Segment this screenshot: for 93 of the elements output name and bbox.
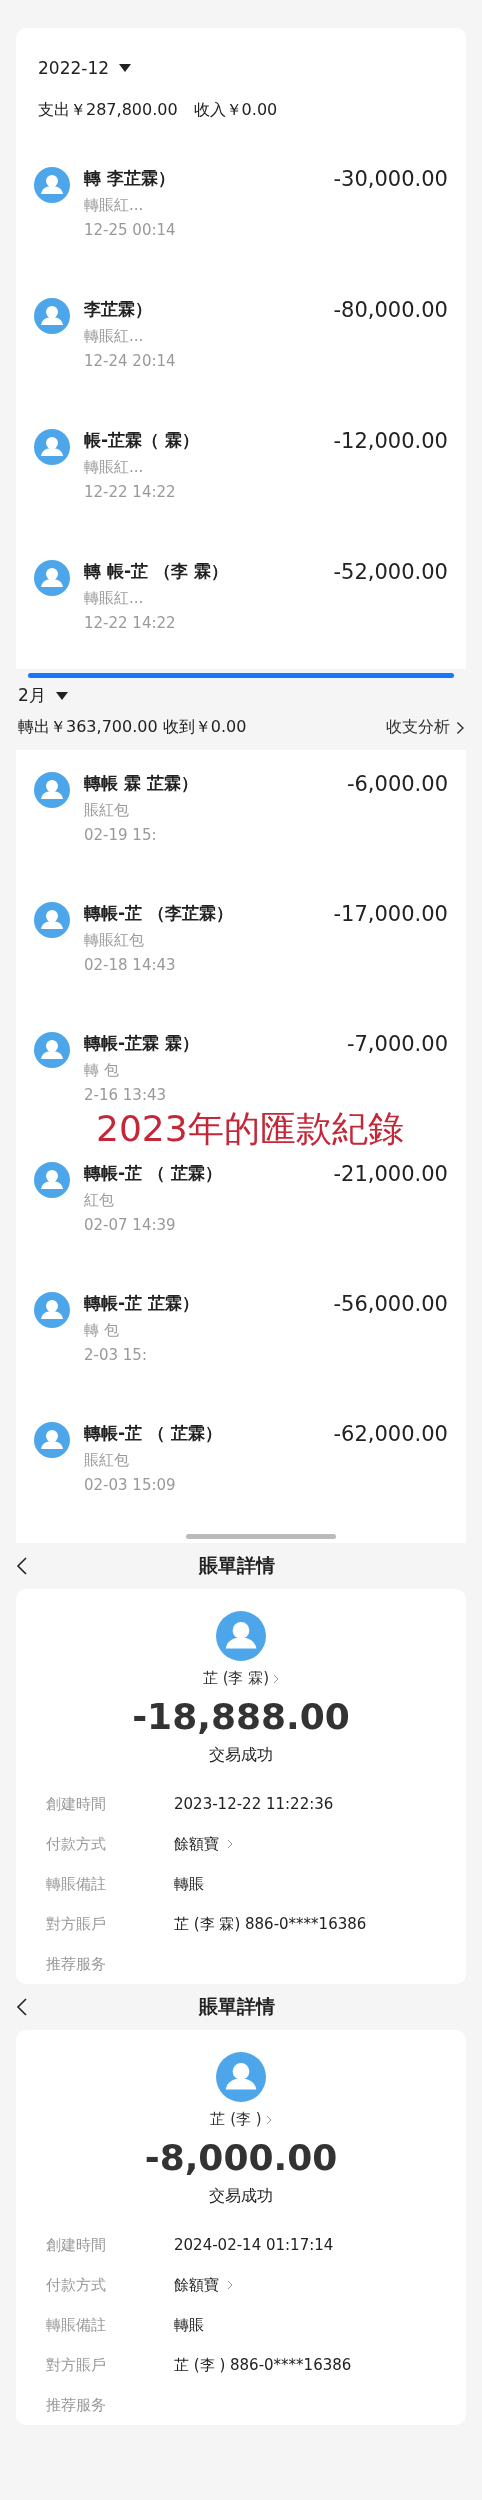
transaction-time: 2-16 13:43 — [84, 1086, 168, 1104]
field-label: 創建時間 — [46, 2235, 107, 2255]
avatar-icon — [34, 902, 70, 938]
transaction-title: 李芷霖） — [84, 298, 153, 321]
field-value[interactable]: 餘額寶 — [174, 1834, 219, 1854]
avatar-icon — [34, 298, 70, 334]
transaction-title: 轉 李芷霖） — [84, 167, 176, 190]
avatar-icon — [34, 772, 70, 808]
back-icon[interactable] — [16, 1556, 28, 1576]
transaction-amount: -12,000.00 — [333, 429, 448, 453]
avatar-icon — [34, 167, 70, 203]
field-label: 轉賬備註 — [46, 1874, 107, 1894]
payee-name[interactable]: 芷 (李 霖) — [202, 1669, 280, 1688]
chevron-right-icon — [265, 2114, 272, 2125]
month-summary: 轉出￥363,700.00 收到￥0.00 — [18, 717, 247, 738]
field-label: 推荐服务 — [46, 2395, 107, 2415]
back-icon[interactable] — [16, 1997, 28, 2017]
transaction-note: 賬紅包 — [84, 1451, 130, 1470]
transaction-amount: -56,000.00 — [333, 1292, 448, 1316]
avatar-icon — [34, 1032, 70, 1068]
chevron-right-icon — [227, 2280, 233, 2290]
transaction-note: 轉賬紅... — [84, 458, 145, 477]
field-label: 創建時間 — [46, 1794, 107, 1814]
chevron-right-icon — [227, 1839, 233, 1849]
transaction-amount: -80,000.00 — [333, 298, 448, 322]
avatar-icon — [34, 1162, 70, 1198]
transaction-note: 轉賬紅... — [84, 327, 145, 346]
month-selector[interactable]: 2022-12 — [38, 58, 110, 78]
field-label: 付款方式 — [46, 1834, 107, 1854]
field-value: 2024-02-14 01:17:14 — [174, 2236, 334, 2254]
caret-icon — [119, 64, 132, 72]
transaction-amount: -6,000.00 — [346, 772, 448, 796]
transaction-amount: -17,000.00 — [333, 902, 448, 926]
page-title: 賬單詳情 — [198, 1553, 276, 1578]
field-value: 轉賬 — [174, 2315, 204, 2335]
transaction-amount: -30,000.00 — [333, 167, 448, 191]
field-value: 轉賬 — [174, 1874, 204, 1894]
field-label: 付款方式 — [46, 2275, 107, 2295]
transaction-title: 轉帳-芷 芷霖） — [84, 1292, 200, 1315]
page-title: 賬單詳情 — [198, 1994, 276, 2019]
transaction-title: 轉帳-芷 （李芷霖） — [84, 902, 234, 925]
transaction-time: 02-03 15:09 — [84, 1476, 177, 1494]
transaction-title: 轉 帳-芷 （李 霖） — [84, 560, 229, 583]
transaction-time: 12-25 00:14 — [84, 221, 177, 239]
transaction-note: 轉 包 — [84, 1321, 120, 1340]
transaction-note: 紅包 — [84, 1191, 115, 1210]
transaction-time: 02-18 14:43 — [84, 956, 177, 974]
analysis-link[interactable]: 收支分析 — [385, 717, 464, 738]
avatar-icon — [216, 2052, 266, 2102]
transaction-amount: -7,000.00 — [346, 1032, 448, 1056]
transaction-time: 02-07 14:39 — [84, 1216, 177, 1234]
transaction-time: 02-19 15: — [84, 826, 158, 844]
chevron-right-icon — [273, 1673, 280, 1684]
field-value: 2023-12-22 11:22:36 — [174, 1795, 334, 1813]
avatar-icon — [216, 1611, 266, 1661]
avatar-icon — [34, 560, 70, 596]
transaction-title: 轉帳-芷 （ 芷霖） — [84, 1162, 223, 1185]
transaction-amount: -62,000.00 — [333, 1422, 448, 1446]
avatar-icon — [34, 429, 70, 465]
payee-name[interactable]: 芷 (李 ) — [210, 2110, 272, 2129]
field-value: 芷 (李 ) 886-0****16386 — [174, 2355, 352, 2375]
transaction-time: 12-22 14:22 — [84, 614, 177, 632]
field-value: 芷 (李 霖) 886-0****16386 — [174, 1914, 367, 1934]
transaction-time: 2-03 15: — [84, 1346, 148, 1364]
transaction-amount: -52,000.00 — [333, 560, 448, 584]
transaction-time: 12-24 20:14 — [84, 352, 177, 370]
transaction-title: 轉帳-芷 （ 芷霖） — [84, 1422, 223, 1445]
transaction-amount: -21,000.00 — [333, 1162, 448, 1186]
transaction-title: 轉帳-芷霖 霖） — [84, 1032, 200, 1055]
transaction-note: 賬紅包 — [84, 801, 130, 820]
transaction-title: 帳-芷霖（ 霖） — [84, 429, 200, 452]
transaction-note: 轉 包 — [84, 1061, 120, 1080]
avatar-icon — [34, 1292, 70, 1328]
chevron-right-icon — [455, 720, 464, 735]
month-selector[interactable]: 2月 — [18, 684, 46, 707]
transaction-note: 轉賬紅包 — [84, 931, 145, 950]
field-label: 推荐服务 — [46, 1954, 107, 1974]
caret-icon — [55, 691, 68, 700]
field-label: 轉賬備註 — [46, 2315, 107, 2335]
avatar-icon — [34, 1422, 70, 1458]
transaction-note: 轉賬紅... — [84, 196, 145, 215]
field-value[interactable]: 餘額寶 — [174, 2275, 219, 2295]
field-label: 對方賬戶 — [46, 1914, 107, 1934]
month-summary: 支出￥287,800.00 收入￥0.00 — [38, 100, 278, 121]
bill-status: 交易成功 — [209, 2186, 273, 2207]
transaction-title: 轉帳 霖 芷霖） — [84, 772, 199, 795]
bill-amount: -8,000.00 — [144, 2137, 338, 2178]
bill-status: 交易成功 — [209, 1745, 273, 1766]
bill-amount: -18,888.00 — [132, 1696, 350, 1737]
transaction-note: 轉賬紅... — [84, 589, 145, 608]
transaction-time: 12-22 14:22 — [84, 483, 177, 501]
field-label: 對方賬戶 — [46, 2355, 107, 2375]
caption-overlay: 2023年的匯款紀錄 — [96, 1108, 404, 1150]
